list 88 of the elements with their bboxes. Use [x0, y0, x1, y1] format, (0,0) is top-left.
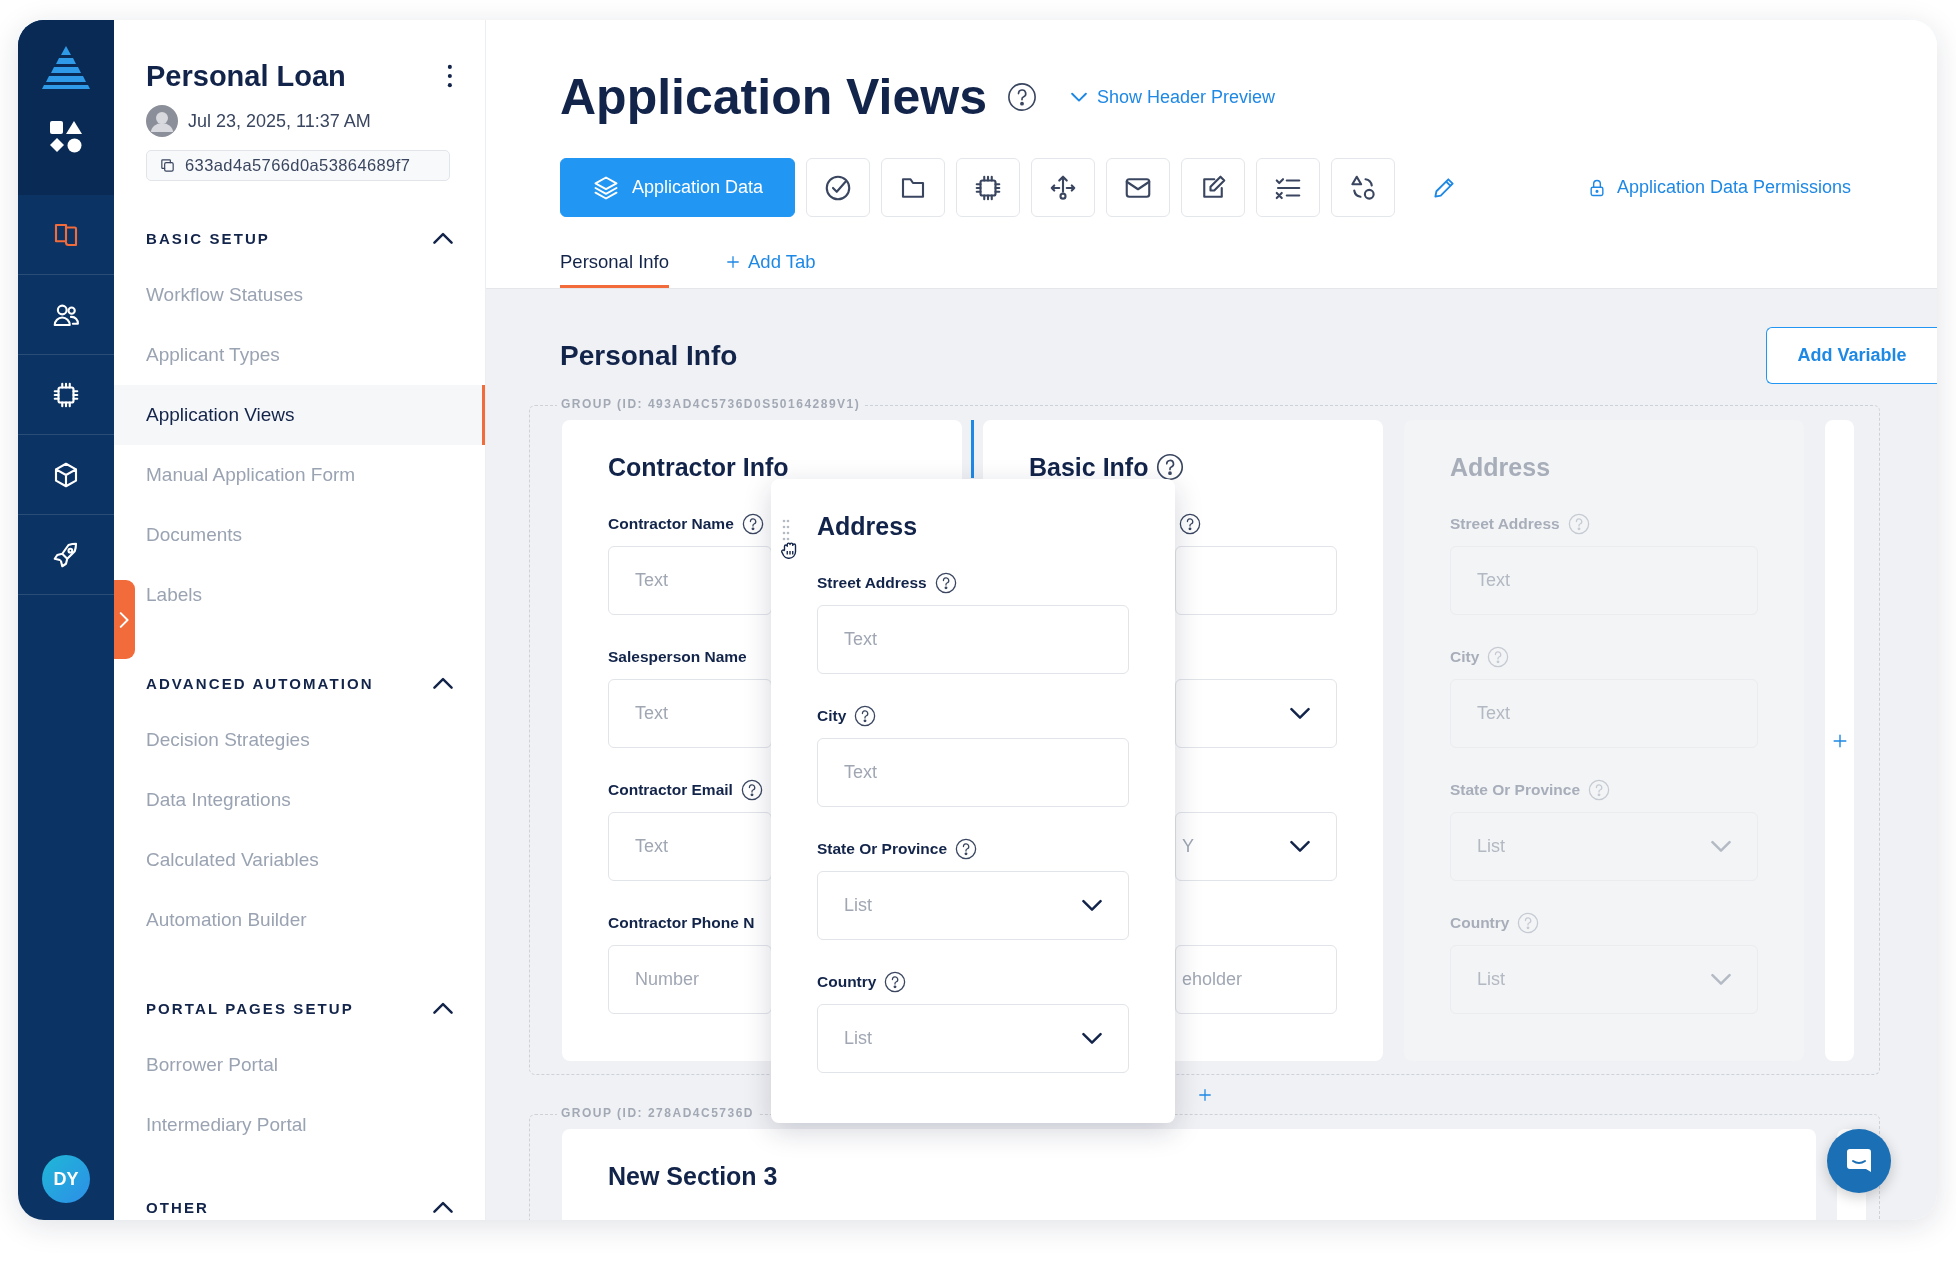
- toolbar-button[interactable]: [956, 158, 1020, 217]
- logo-icon: [40, 44, 92, 90]
- user-avatar[interactable]: DY: [42, 1155, 90, 1203]
- add-tab-button[interactable]: Add Tab: [724, 251, 816, 288]
- loan-title: Personal Loan: [146, 59, 346, 93]
- section-title: Contractor Info: [608, 452, 789, 482]
- field-label: Street Address: [817, 574, 927, 592]
- input-field[interactable]: Text: [817, 738, 1129, 807]
- nav-item[interactable]: Intermediary Portal: [146, 1095, 485, 1155]
- group-label: GROUP (ID: 278AD4C5736D: [557, 1106, 758, 1120]
- chevron-icon: [1082, 1032, 1102, 1045]
- chevron-icon: [1711, 973, 1731, 986]
- input-field: Text: [1450, 679, 1758, 748]
- input-field[interactable]: Text: [608, 679, 772, 748]
- nav-item[interactable]: Calculated Variables: [146, 830, 485, 890]
- input-field[interactable]: Text: [608, 546, 772, 615]
- toolbar-button[interactable]: [1256, 158, 1320, 217]
- input-field[interactable]: [1175, 546, 1337, 615]
- chevron-icon: [119, 611, 130, 628]
- chevron-icon: [1070, 91, 1087, 103]
- nav-item[interactable]: Documents: [146, 505, 485, 565]
- header-preview-link[interactable]: Show Header Preview: [1070, 86, 1276, 108]
- chevron-icon: [1082, 899, 1102, 912]
- nav-item[interactable]: Borrower Portal: [146, 1035, 485, 1095]
- input-field[interactable]: Number: [608, 945, 772, 1014]
- field-label: City: [817, 707, 847, 725]
- page-title: Application Views: [560, 68, 987, 126]
- toolbar-button[interactable]: [1106, 158, 1170, 217]
- field-label: Country: [817, 973, 877, 991]
- kebab-icon: [447, 64, 453, 88]
- chevron-icon: [1290, 840, 1310, 853]
- toolbar-button[interactable]: Application Data: [560, 158, 795, 217]
- toolbar-button[interactable]: [1181, 158, 1245, 217]
- input-field[interactable]: eholder: [1175, 945, 1337, 1014]
- chevron-icon: [1290, 707, 1310, 720]
- field-label: Street Address: [1450, 515, 1560, 533]
- section-title: Basic Info: [1029, 452, 1149, 482]
- select-field[interactable]: List: [817, 871, 1129, 940]
- field-label: Salesperson Name: [608, 648, 747, 666]
- select-field: List: [1450, 945, 1758, 1014]
- section-header[interactable]: BASIC SETUP: [146, 226, 453, 250]
- toolbar-button[interactable]: [881, 158, 945, 217]
- section-header[interactable]: ADVANCED AUTOMATION: [146, 671, 453, 695]
- plus-icon: [724, 253, 742, 271]
- input-field[interactable]: Text: [817, 605, 1129, 674]
- field-label: State Or Province: [1450, 781, 1581, 799]
- nav-item[interactable]: Workflow Statuses: [146, 265, 485, 325]
- drag-handle-icon[interactable]: [782, 519, 790, 541]
- section-title: Address: [1450, 452, 1551, 482]
- section-header[interactable]: PORTAL PAGES SETUP: [146, 996, 453, 1020]
- select-field[interactable]: [1175, 679, 1337, 748]
- date-text: Jul 23, 2025, 11:37 AM: [188, 110, 371, 132]
- more-button[interactable]: [447, 64, 453, 88]
- copy-icon: [159, 157, 176, 174]
- toolbar-button[interactable]: [1031, 158, 1095, 217]
- section-title: New Section 3: [608, 1161, 778, 1191]
- field-label: Contractor Email: [608, 781, 733, 799]
- select-field: List: [1450, 812, 1758, 881]
- nav-item[interactable]: Applicant Types: [146, 325, 485, 385]
- copy-id-button[interactable]: 633ad4a5766d0a53864689f7: [146, 150, 450, 181]
- nav-item[interactable]: Decision Strategies: [146, 710, 485, 770]
- nav-item[interactable]: Manual Application Form: [146, 445, 485, 505]
- field-label: City: [1450, 648, 1480, 666]
- avatar-icon: [146, 105, 178, 137]
- section-heading: Personal Info: [560, 339, 738, 372]
- toolbar-button[interactable]: [1331, 158, 1395, 217]
- input-field: Text: [1450, 546, 1758, 615]
- select-field[interactable]: Y: [1175, 812, 1337, 881]
- select-field[interactable]: List: [817, 1004, 1129, 1073]
- chevron-icon: [1711, 840, 1731, 853]
- chat-button[interactable]: [1827, 1129, 1891, 1193]
- section-header[interactable]: OTHER: [146, 1195, 453, 1219]
- field-label: Contractor Name: [608, 515, 734, 533]
- toolbar-button[interactable]: [806, 158, 870, 217]
- nav-item[interactable]: Labels: [146, 565, 485, 625]
- nav-item[interactable]: Automation Builder: [146, 890, 485, 950]
- group-label: GROUP (ID: 493AD4C5736D0S50164289V1): [557, 397, 865, 411]
- field-label: State Or Province: [817, 840, 948, 858]
- nav-item[interactable]: Data Integrations: [146, 770, 485, 830]
- field-label: Country: [1450, 914, 1510, 932]
- section-title: Address: [817, 511, 918, 541]
- input-field[interactable]: Text: [608, 812, 772, 881]
- shapes-icon[interactable]: [49, 120, 83, 154]
- add-variable-button[interactable]: Add Variable: [1766, 327, 1937, 384]
- collapse-button[interactable]: [114, 580, 135, 659]
- help-icon[interactable]: [1006, 82, 1037, 112]
- permissions-link[interactable]: Application Data Permissions: [1586, 177, 1851, 198]
- field-label: Contractor Phone N: [608, 914, 755, 932]
